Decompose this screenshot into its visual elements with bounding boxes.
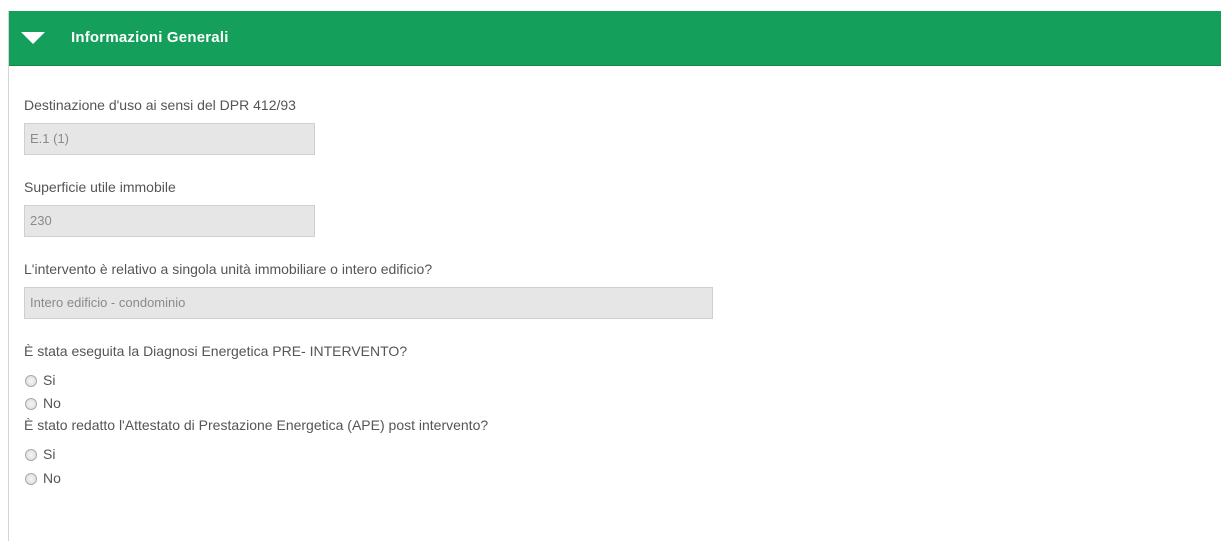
diagnosi-option-si[interactable]: Si [25,372,55,388]
intervento-field[interactable]: Intero edificio - condominio [24,287,713,319]
diagnosi-question-label: È stata eseguita la Diagnosi Energetica … [24,343,408,359]
diagnosi-option-no[interactable]: No [25,395,61,411]
radio-button-icon[interactable] [25,398,37,410]
radio-button-icon[interactable] [25,375,37,387]
destinazione-field[interactable]: E.1 (1) [24,123,315,155]
ape-option-no-label: No [43,470,61,486]
intervento-label: L'intervento è relativo a singola unità … [24,261,433,277]
superficie-field[interactable]: 230 [24,205,315,237]
panel-header-toggle[interactable]: Informazioni Generali [9,11,1221,66]
ape-question-label: È stato redatto l'Attestato di Prestazio… [24,417,489,433]
superficie-label: Superficie utile immobile [24,179,176,195]
ape-option-no[interactable]: No [25,470,61,486]
triangle-down-icon[interactable] [21,32,45,44]
panel-title: Informazioni Generali [71,29,229,46]
diagnosi-option-no-label: No [43,395,61,411]
destinazione-label: Destinazione d'uso ai sensi del DPR 412/… [24,97,296,113]
radio-button-icon[interactable] [25,473,37,485]
radio-button-icon[interactable] [25,449,37,461]
diagnosi-option-si-label: Si [43,372,56,388]
general-info-panel: Informazioni Generali Destinazione d'uso… [8,11,1221,541]
ape-option-si[interactable]: Si [25,446,55,462]
ape-option-si-label: Si [43,446,56,462]
